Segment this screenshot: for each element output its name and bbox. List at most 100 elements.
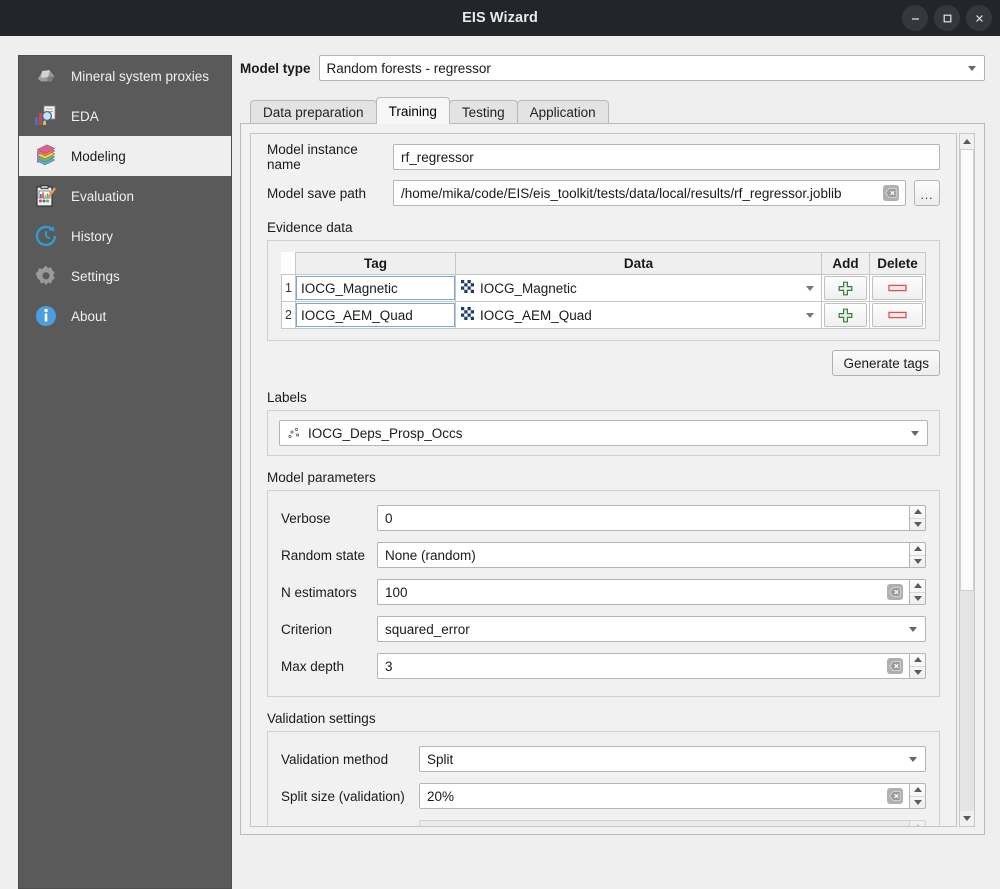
sidebar-item-label: History — [71, 228, 114, 244]
param-value: squared_error — [385, 621, 470, 637]
tag-input[interactable]: IOCG_AEM_Quad — [296, 303, 455, 327]
param-value: 3 — [385, 658, 393, 674]
scrollbar-trough[interactable] — [960, 149, 974, 811]
validation-value: Split — [427, 751, 454, 767]
add-row-button[interactable] — [824, 303, 867, 327]
tab-application[interactable]: Application — [516, 100, 609, 124]
param-row-random-state: Random state None (random) — [281, 542, 926, 568]
tab-label: Data preparation — [263, 105, 364, 120]
sidebar-item-history[interactable]: History — [19, 216, 231, 256]
tag-input[interactable]: IOCG_Magnetic — [296, 276, 455, 300]
n-estimators-stepper[interactable] — [909, 579, 926, 605]
add-cell[interactable] — [821, 274, 870, 302]
tag-cell[interactable]: IOCG_Magnetic — [295, 274, 456, 302]
delete-row-button[interactable] — [872, 276, 923, 300]
validation-label: Split size (validation) — [281, 788, 405, 804]
split-size-input[interactable]: 20% — [419, 783, 910, 809]
row-number: 1 — [281, 274, 296, 302]
generate-tags-button[interactable]: Generate tags — [832, 350, 940, 376]
model-save-path-input[interactable]: /home/mika/code/EIS/eis_toolkit/tests/da… — [393, 180, 906, 206]
param-value: None (random) — [385, 547, 476, 563]
row-number: 2 — [281, 301, 296, 329]
sidebar-item-label: About — [71, 308, 107, 324]
verbose-stepper[interactable] — [909, 505, 926, 531]
clear-icon[interactable] — [887, 584, 903, 600]
cross-validation-folds-input: 5 — [419, 820, 910, 827]
clock-arrow-icon — [33, 223, 59, 249]
tab-bar: Data preparation Training Testing Applic… — [240, 97, 985, 124]
param-row-verbose: Verbose 0 — [281, 505, 926, 531]
param-row-n-estimators: N estimators 100 — [281, 579, 926, 605]
labels-select[interactable]: IOCG_Deps_Prosp_Occs — [279, 420, 928, 446]
validation-value: 20% — [427, 788, 455, 804]
validation-method-select[interactable]: Split — [419, 746, 926, 772]
sidebar-item-label: Mineral system proxies — [71, 68, 210, 84]
model-save-path-row: Model save path /home/mika/code/EIS/eis_… — [267, 180, 940, 206]
point-layer-icon — [287, 426, 301, 440]
param-row-max-depth: Max depth 3 — [281, 653, 926, 679]
max-depth-stepper[interactable] — [909, 653, 926, 679]
title-bar: EIS Wizard — [0, 0, 1000, 36]
validation-label: Cross-validation folds — [281, 826, 419, 827]
validation-label: Validation method — [281, 751, 389, 767]
clear-icon[interactable] — [883, 185, 899, 201]
sidebar-item-label: Modeling — [71, 148, 126, 164]
sidebar-item-label: Settings — [71, 268, 120, 284]
model-instance-name-input[interactable]: rf_regressor — [393, 144, 940, 170]
data-cell[interactable]: IOCG_AEM_Quad — [455, 301, 822, 329]
minimize-button[interactable] — [902, 5, 928, 31]
window-title: EIS Wizard — [462, 10, 538, 26]
raster-layer-icon — [461, 307, 474, 323]
delete-row-button[interactable] — [872, 303, 923, 327]
criterion-select[interactable]: squared_error — [377, 616, 926, 642]
data-cell[interactable]: IOCG_Magnetic — [455, 274, 822, 302]
validation-row-method: Validation method Split — [281, 746, 926, 772]
sidebar-item-about[interactable]: About — [19, 296, 231, 336]
browse-button[interactable]: ... — [914, 180, 940, 206]
tab-label: Testing — [461, 105, 505, 120]
tab-data-preparation[interactable]: Data preparation — [250, 100, 377, 124]
tab-testing[interactable]: Testing — [448, 100, 518, 124]
delete-cell[interactable] — [869, 274, 926, 302]
generate-tags-row: Generate tags — [267, 350, 940, 376]
data-select[interactable]: IOCG_AEM_Quad — [456, 303, 821, 327]
verbose-input[interactable]: 0 — [377, 505, 910, 531]
clear-icon[interactable] — [887, 788, 903, 804]
scroll-up-button[interactable] — [960, 134, 974, 149]
sidebar-item-modeling[interactable]: Modeling — [19, 136, 231, 176]
tag-cell[interactable]: IOCG_AEM_Quad — [295, 301, 456, 329]
param-row-criterion: Criterion squared_error — [281, 616, 926, 642]
scrollbar-thumb[interactable] — [960, 149, 974, 591]
add-cell[interactable] — [821, 301, 870, 329]
delete-cell[interactable] — [869, 301, 926, 329]
data-select[interactable]: IOCG_Magnetic — [456, 276, 821, 300]
max-depth-input[interactable]: 3 — [377, 653, 910, 679]
scroll-down-button[interactable] — [960, 811, 974, 826]
close-button[interactable] — [966, 5, 992, 31]
random-state-input[interactable]: None (random) — [377, 542, 910, 568]
model-type-select[interactable]: Random forests - regressor — [318, 55, 985, 81]
vertical-scrollbar[interactable] — [959, 133, 975, 827]
sidebar: Mineral system proxies EDA Modeling Eval… — [18, 55, 232, 889]
model-instance-name-value: rf_regressor — [401, 149, 474, 165]
param-label: Random state — [281, 547, 366, 563]
evidence-data-title: Evidence data — [267, 220, 353, 235]
random-state-stepper[interactable] — [909, 542, 926, 568]
sidebar-item-evaluation[interactable]: Evaluation — [19, 176, 231, 216]
clear-icon[interactable] — [887, 658, 903, 674]
model-instance-name-row: Model instance name rf_regressor — [267, 142, 940, 172]
add-row-button[interactable] — [824, 276, 867, 300]
sidebar-item-mineral-system-proxies[interactable]: Mineral system proxies — [19, 56, 231, 96]
sidebar-item-eda[interactable]: EDA — [19, 96, 231, 136]
training-scroll-area: Model instance name rf_regressor Model s… — [250, 133, 957, 827]
n-estimators-input[interactable]: 100 — [377, 579, 910, 605]
param-label: Verbose — [281, 510, 331, 526]
clipboard-icon — [33, 183, 59, 209]
sidebar-item-settings[interactable]: Settings — [19, 256, 231, 296]
evidence-data-group: Tag Data Add Delete 1 IOCG_Magnetic IOCG… — [267, 240, 940, 341]
maximize-button[interactable] — [934, 5, 960, 31]
model-parameters-group: Verbose 0 Random state None (random) N e… — [267, 490, 940, 697]
validation-value: 5 — [427, 826, 903, 827]
tab-training[interactable]: Training — [375, 97, 450, 124]
split-size-stepper[interactable] — [909, 783, 926, 809]
